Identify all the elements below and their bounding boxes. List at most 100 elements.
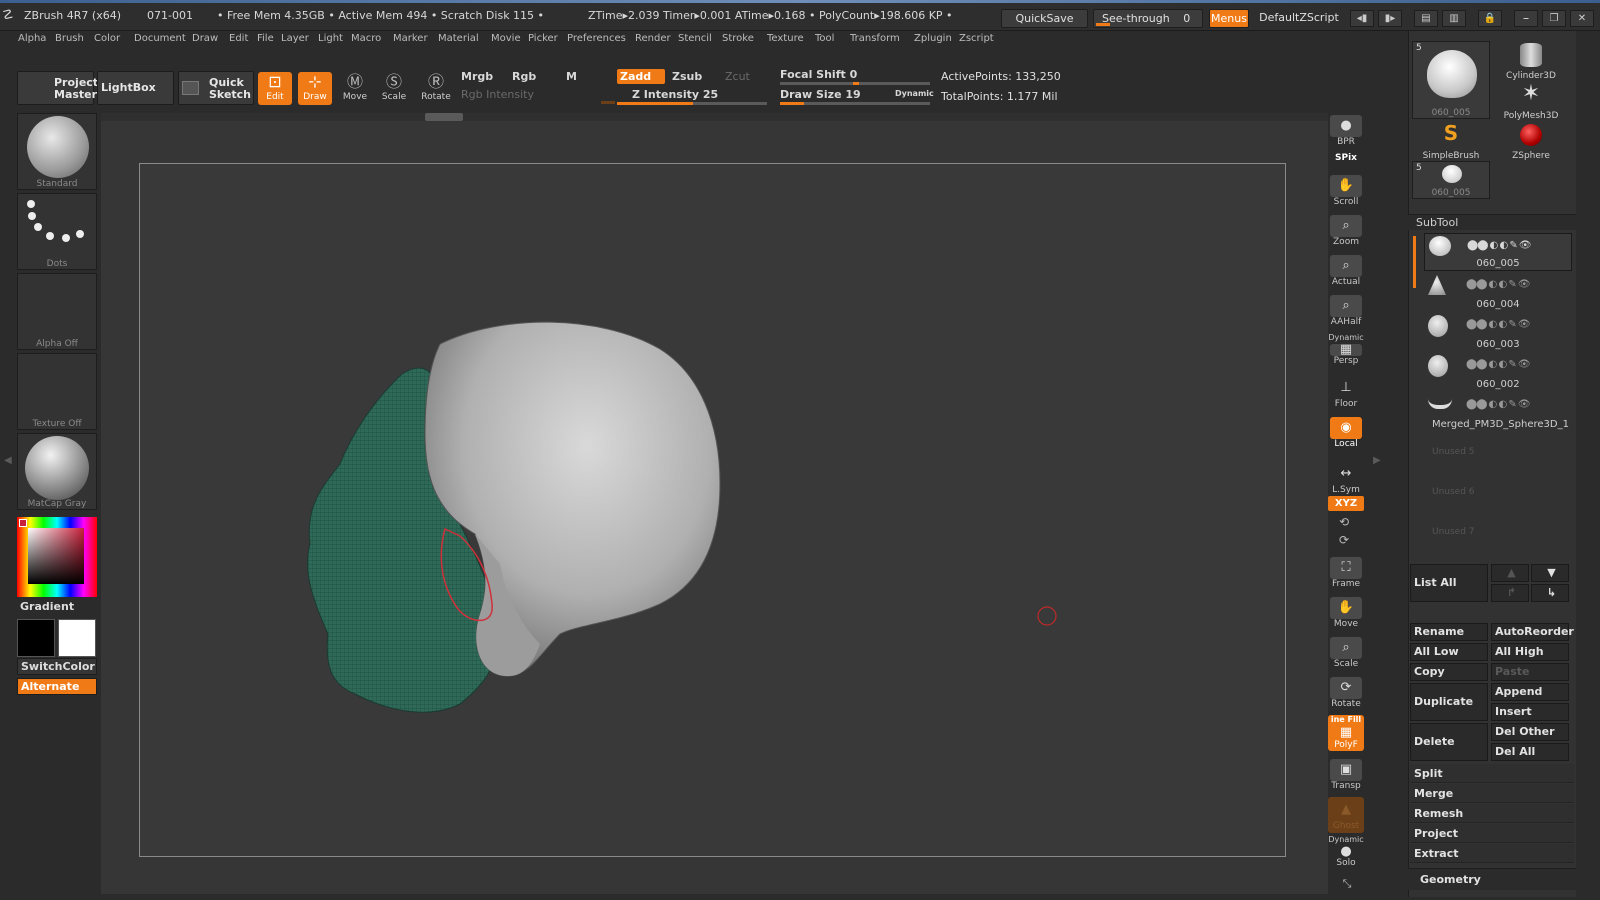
lock-icon[interactable]: 🔒 bbox=[1478, 10, 1502, 27]
brush-thumbnail[interactable]: Standard bbox=[17, 113, 97, 190]
menu-color[interactable]: Color bbox=[94, 33, 120, 44]
project-section[interactable]: Project bbox=[1410, 824, 1574, 843]
scale-button[interactable]: Ⓢ Scale bbox=[377, 72, 411, 105]
subtool-visibility-icons[interactable]: ⬤⬤ ◐ ◐ ✎ 👁 bbox=[1466, 359, 1531, 370]
menu-stroke[interactable]: Stroke bbox=[722, 33, 754, 44]
subtool-header[interactable]: SubTool bbox=[1408, 214, 1576, 230]
gradient-toggle[interactable]: Gradient bbox=[20, 600, 74, 613]
menu-stencil[interactable]: Stencil bbox=[678, 33, 712, 44]
material-thumbnail[interactable]: MatCap Gray bbox=[17, 433, 97, 510]
lsym-button[interactable]: ↔ L.Sym bbox=[1328, 461, 1364, 497]
edit-button[interactable]: ⊡ Edit bbox=[258, 72, 292, 105]
move-down-branch-icon[interactable]: ↳ bbox=[1531, 584, 1569, 602]
persp-button[interactable]: Dynamic ▦ Persp bbox=[1328, 333, 1364, 369]
list-all-button[interactable]: List All bbox=[1410, 564, 1488, 602]
subtool-visibility-icons[interactable]: ⬤⬤ ◐ ◐ ✎ 👁 bbox=[1467, 240, 1532, 251]
simplebrush-tool[interactable]: S SimpleBrush bbox=[1412, 121, 1490, 161]
cylinder3d-tool[interactable]: Cylinder3D bbox=[1492, 41, 1570, 81]
split-section[interactable]: Split bbox=[1410, 764, 1574, 783]
layout-icon[interactable]: ▤ bbox=[1414, 10, 1438, 27]
subtool-item[interactable]: ⬤⬤ ◐ ◐ ✎ 👁 060_004 bbox=[1424, 273, 1572, 311]
current-tool-thumb[interactable]: 5 060_005 bbox=[1412, 41, 1490, 119]
subtool-item[interactable]: ⬤⬤ ◐ ◐ ✎ 👁 060_005 bbox=[1424, 233, 1572, 271]
menu-movie[interactable]: Movie bbox=[491, 33, 521, 44]
projection-master-button[interactable]: Projection Master bbox=[17, 71, 117, 105]
polymesh3d-tool[interactable]: ✶ PolyMesh3D bbox=[1492, 81, 1570, 121]
quicksave-button[interactable]: QuickSave bbox=[1001, 9, 1088, 28]
stroke-thumbnail[interactable]: Dots bbox=[17, 193, 97, 270]
color-square[interactable] bbox=[28, 528, 84, 584]
merge-section[interactable]: Merge bbox=[1410, 784, 1574, 803]
del-other-button[interactable]: Del Other bbox=[1491, 723, 1569, 741]
transp-button[interactable]: ▣ Transp bbox=[1328, 757, 1364, 793]
rename-button[interactable]: Rename bbox=[1410, 623, 1488, 641]
mrgb-button[interactable]: Mrgb bbox=[461, 70, 493, 83]
zoom-button[interactable]: ⌕ Zoom bbox=[1328, 213, 1364, 249]
skull-model[interactable] bbox=[140, 164, 1287, 858]
lightbox-button[interactable]: LightBox bbox=[97, 71, 174, 105]
subtool-item[interactable]: ⬤⬤ ◐ ◐ ✎ 👁 Merged_PM3D_Sphere3D_1 bbox=[1424, 393, 1572, 431]
menu-macro[interactable]: Macro bbox=[351, 33, 381, 44]
texture-thumbnail[interactable]: Texture Off bbox=[17, 353, 97, 430]
xpose-icon[interactable]: ⤡ bbox=[1330, 877, 1364, 897]
main-color-swatch[interactable] bbox=[17, 619, 55, 657]
zbrush-logo-icon[interactable]: ☡ bbox=[2, 8, 14, 23]
floor-button[interactable]: ⊥ Floor bbox=[1328, 375, 1364, 411]
menu-document[interactable]: Document bbox=[134, 33, 186, 44]
menu-file[interactable]: File bbox=[257, 33, 274, 44]
menu-edit[interactable]: Edit bbox=[229, 33, 248, 44]
minimize-icon[interactable]: ⎯ bbox=[1514, 10, 1538, 27]
rotate-y-icon[interactable]: ⟲ bbox=[1339, 515, 1349, 529]
color-picker[interactable] bbox=[17, 517, 97, 597]
copy-button[interactable]: Copy bbox=[1410, 663, 1488, 681]
menu-material[interactable]: Material bbox=[438, 33, 479, 44]
small-tool-thumb[interactable]: 5 060_005 bbox=[1412, 161, 1490, 199]
top-scrollbar-thumb[interactable] bbox=[425, 113, 463, 121]
close-icon[interactable]: ✕ bbox=[1570, 10, 1594, 27]
move-down-arrow-icon[interactable]: ▼ bbox=[1531, 564, 1569, 582]
menu-light[interactable]: Light bbox=[318, 33, 343, 44]
solo-button[interactable]: Dynamic ● Solo bbox=[1328, 835, 1364, 871]
alternate-button[interactable]: Alternate bbox=[17, 678, 97, 695]
subtool-visibility-icons[interactable]: ⬤⬤ ◐ ◐ ✎ 👁 bbox=[1466, 399, 1531, 410]
m-button[interactable]: M bbox=[566, 70, 577, 83]
geometry-header[interactable]: Geometry bbox=[1408, 868, 1576, 890]
append-button[interactable]: Append bbox=[1491, 683, 1569, 701]
remesh-section[interactable]: Remesh bbox=[1410, 804, 1574, 823]
aahalf-button[interactable]: ⌕ AAHalf bbox=[1328, 293, 1364, 329]
palette-right-icon[interactable]: ▮▸ bbox=[1378, 10, 1402, 27]
extract-section[interactable]: Extract bbox=[1410, 844, 1574, 863]
secondary-color-swatch[interactable] bbox=[58, 619, 96, 657]
zsub-button[interactable]: Zsub bbox=[672, 70, 702, 83]
z-intensity-slider[interactable]: Z Intensity 25 bbox=[632, 88, 718, 101]
subtool-visibility-icons[interactable]: ⬤⬤ ◐ ◐ ✎ 👁 bbox=[1466, 319, 1531, 330]
top-scrollbar[interactable] bbox=[101, 113, 1328, 121]
rotate-view-button[interactable]: ⟳ Rotate bbox=[1328, 675, 1364, 711]
document-frame[interactable] bbox=[139, 163, 1286, 857]
scroll-button[interactable]: ✋ Scroll bbox=[1328, 173, 1364, 209]
menus-button[interactable]: Menus bbox=[1209, 9, 1249, 28]
actual-button[interactable]: ⌕ Actual bbox=[1328, 253, 1364, 289]
ghost-button[interactable]: ▲ Ghost bbox=[1328, 797, 1364, 833]
move-view-button[interactable]: ✋ Move bbox=[1328, 595, 1364, 631]
subtool-visibility-icons[interactable]: ⬤⬤ ◐ ◐ ✎ 👁 bbox=[1466, 279, 1531, 290]
delete-button[interactable]: Delete bbox=[1410, 723, 1488, 761]
focal-shift-slider[interactable]: Focal Shift 0 bbox=[780, 68, 857, 81]
left-tray-collapse-icon[interactable]: ◀ bbox=[4, 455, 12, 466]
duplicate-button[interactable]: Duplicate bbox=[1410, 683, 1488, 721]
menu-texture[interactable]: Texture bbox=[767, 33, 804, 44]
menu-zplugin[interactable]: Zplugin bbox=[914, 33, 952, 44]
move-button[interactable]: Ⓜ Move bbox=[338, 72, 372, 105]
menu-picker[interactable]: Picker bbox=[528, 33, 558, 44]
menu-marker[interactable]: Marker bbox=[393, 33, 428, 44]
all-low-button[interactable]: All Low bbox=[1410, 643, 1488, 661]
subtool-scroll-indicator[interactable] bbox=[1413, 236, 1416, 288]
xyz-button[interactable]: XYZ bbox=[1328, 496, 1364, 511]
rotate-z-icon[interactable]: ⟳ bbox=[1339, 533, 1349, 547]
local-button[interactable]: ◉ Local bbox=[1328, 415, 1364, 451]
rgb-intensity-slider[interactable]: Rgb Intensity bbox=[461, 88, 534, 101]
polyf-button[interactable]: ine Fill ▦ PolyF bbox=[1328, 715, 1364, 751]
move-up-branch-icon[interactable]: ↱ bbox=[1491, 584, 1529, 602]
alpha-thumbnail[interactable]: Alpha Off bbox=[17, 273, 97, 350]
menu-alpha[interactable]: Alpha bbox=[18, 33, 46, 44]
